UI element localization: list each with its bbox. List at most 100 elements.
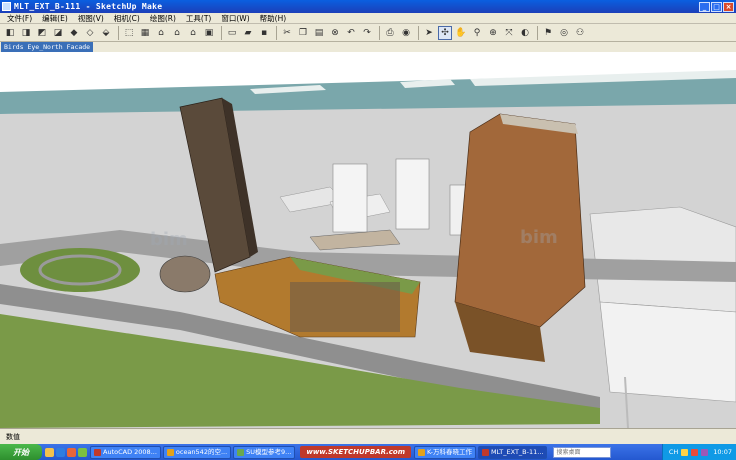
watermark-left: bim	[150, 229, 188, 250]
title-bar[interactable]: MLT_EXT_B-111 - SketchUp Make _ □ ×	[0, 0, 736, 13]
right-tower	[454, 113, 586, 328]
task-folder[interactable]: SU模型参考9...	[233, 445, 296, 459]
window-controls: _ □ ×	[699, 1, 734, 12]
input-language[interactable]: CH	[669, 448, 678, 456]
previous-view-icon[interactable]: ◐	[518, 26, 532, 40]
cube-left-icon[interactable]: ◩	[35, 26, 49, 40]
new-file-icon[interactable]: ▭	[225, 26, 239, 40]
paste-icon[interactable]: ▤	[312, 26, 326, 40]
toolbar-separator	[118, 25, 119, 40]
copy-icon[interactable]: ❐	[296, 26, 310, 40]
media-quick-icon[interactable]	[67, 447, 76, 457]
task-vanke-label: K-万科春晓工作	[427, 447, 472, 456]
task-vanke[interactable]: K-万科春晓工作	[414, 445, 476, 459]
toolbar-separator	[537, 25, 538, 40]
undo-icon[interactable]: ↶	[344, 26, 358, 40]
hidden-line-icon[interactable]: ▦	[138, 26, 152, 40]
menu-draw[interactable]: 绘图(R)	[145, 13, 181, 24]
menu-camera[interactable]: 相机(C)	[109, 13, 145, 24]
menu-tools[interactable]: 工具(T)	[181, 13, 216, 24]
house-shaded-icon[interactable]: ⌂	[154, 26, 168, 40]
cube-top-icon[interactable]: ◆	[67, 26, 81, 40]
walk-icon[interactable]: ⚇	[573, 26, 587, 40]
toolbar-separator	[276, 25, 277, 40]
autocad-icon	[94, 448, 101, 456]
desktop-search-input[interactable]: 搜索桌面	[553, 446, 612, 458]
tray-security-icon[interactable]	[691, 448, 699, 456]
menu-help[interactable]: 帮助(H)	[255, 13, 292, 24]
white-tower-2	[395, 158, 430, 230]
zoom-extents-icon[interactable]: ⤧	[502, 26, 516, 40]
sketchup-task-icon	[481, 448, 489, 456]
sketchup-window: MLT_EXT_B-111 - SketchUp Make _ □ × 文件(F…	[0, 0, 736, 460]
explorer-quick-icon[interactable]	[45, 447, 54, 457]
pan-icon[interactable]: ✋	[454, 26, 468, 40]
status-bar: 数值	[0, 428, 736, 444]
menu-window[interactable]: 窗口(W)	[216, 13, 254, 24]
cube-front-icon[interactable]: ◧	[3, 26, 17, 40]
status-measurement-label: 数值	[6, 433, 20, 441]
house-outline-icon[interactable]: ⌂	[186, 26, 200, 40]
model-info-icon[interactable]: ◉	[399, 26, 413, 40]
save-icon[interactable]: ▪	[257, 26, 271, 40]
watermark-right: bim	[520, 227, 558, 248]
menu-view[interactable]: 视图(V)	[73, 13, 109, 24]
main-toolbar: ◧ ◨ ◩ ◪ ◆ ◇ ⬙ ⬚ ▦ ⌂ ⌂ ⌂ ▣ ▭ ▰ ▪ ✂ ❐ ▤ ⊗ ↶ ↷ ⎙ ◉ ➤ ✣ ✋ ⚲ ⊕ ⤧ ◐ ⚑ ◎ ⚇	[0, 24, 736, 42]
house-box-icon[interactable]: ▣	[202, 26, 216, 40]
scene-tab-birds-eye[interactable]: Birds Eye_North Facade	[1, 42, 94, 52]
task-folder-label: SU模型参考9...	[246, 447, 292, 456]
dome	[159, 255, 211, 293]
task-browser-label: ocean542的空...	[175, 447, 228, 456]
white-tower-1	[332, 163, 368, 233]
browser-icon	[166, 448, 174, 456]
windows-taskbar: 开始 AutoCAD 2008... ocean542的空... SU模型参考9…	[0, 444, 736, 460]
zoom-window-icon[interactable]: ⊕	[486, 26, 500, 40]
menu-edit[interactable]: 编辑(E)	[37, 13, 73, 24]
open-folder-icon[interactable]: ▰	[241, 26, 255, 40]
desktop-quick-icon[interactable]	[78, 447, 87, 457]
look-around-icon[interactable]: ◎	[557, 26, 571, 40]
folder-icon	[237, 448, 245, 456]
quick-launch	[45, 447, 87, 457]
minimize-button[interactable]: _	[699, 1, 710, 12]
cube-bottom-icon[interactable]: ◇	[83, 26, 97, 40]
zoom-icon[interactable]: ⚲	[470, 26, 484, 40]
cube-back-icon[interactable]: ◨	[19, 26, 33, 40]
cube-iso-icon[interactable]: ⬙	[99, 26, 113, 40]
ie-quick-icon[interactable]	[56, 447, 65, 457]
toolbar-separator	[221, 25, 222, 40]
task-sketchup-label: MLT_EXT_B-11...	[490, 447, 544, 456]
system-tray: CH 10:07	[661, 444, 736, 460]
orbit-icon[interactable]: ✣	[438, 25, 452, 40]
maximize-button[interactable]: □	[711, 1, 722, 12]
wireframe-icon[interactable]: ⬚	[122, 26, 136, 40]
cut-icon[interactable]: ✂	[280, 26, 294, 40]
redo-icon[interactable]: ↷	[360, 26, 374, 40]
clock[interactable]: 10:07	[713, 448, 732, 456]
right-block-2	[599, 301, 736, 403]
print-icon[interactable]: ⎙	[383, 26, 397, 40]
window-title: MLT_EXT_B-111 - SketchUp Make	[14, 2, 163, 11]
toolbar-separator	[418, 25, 419, 40]
select-arrow-icon[interactable]: ➤	[422, 26, 436, 40]
tray-app-icon[interactable]	[681, 448, 689, 456]
position-camera-icon[interactable]: ⚑	[541, 26, 555, 40]
cube-right-icon[interactable]: ◪	[51, 26, 65, 40]
model-render	[0, 52, 736, 428]
menu-file[interactable]: 文件(F)	[2, 13, 37, 24]
model-viewport[interactable]: bim bim	[0, 52, 736, 428]
toolbar-separator	[379, 25, 380, 40]
vanke-folder-icon	[418, 448, 426, 456]
task-autocad[interactable]: AutoCAD 2008...	[90, 445, 161, 459]
task-browser[interactable]: ocean542的空...	[162, 445, 232, 459]
erase-icon[interactable]: ⊗	[328, 26, 342, 40]
scene-tab-bar: Birds Eye_North Facade	[0, 42, 736, 52]
tray-volume-icon[interactable]	[701, 448, 709, 456]
task-sketchup[interactable]: MLT_EXT_B-11...	[477, 445, 548, 459]
menu-bar: 文件(F) 编辑(E) 视图(V) 相机(C) 绘图(R) 工具(T) 窗口(W…	[0, 13, 736, 24]
start-button[interactable]: 开始	[0, 444, 42, 460]
house-textured-icon[interactable]: ⌂	[170, 26, 184, 40]
sketchup-app-icon	[2, 2, 11, 11]
sketchupbar-banner[interactable]: www.SKETCHUPBAR.com	[300, 446, 412, 458]
close-button[interactable]: ×	[723, 1, 734, 12]
